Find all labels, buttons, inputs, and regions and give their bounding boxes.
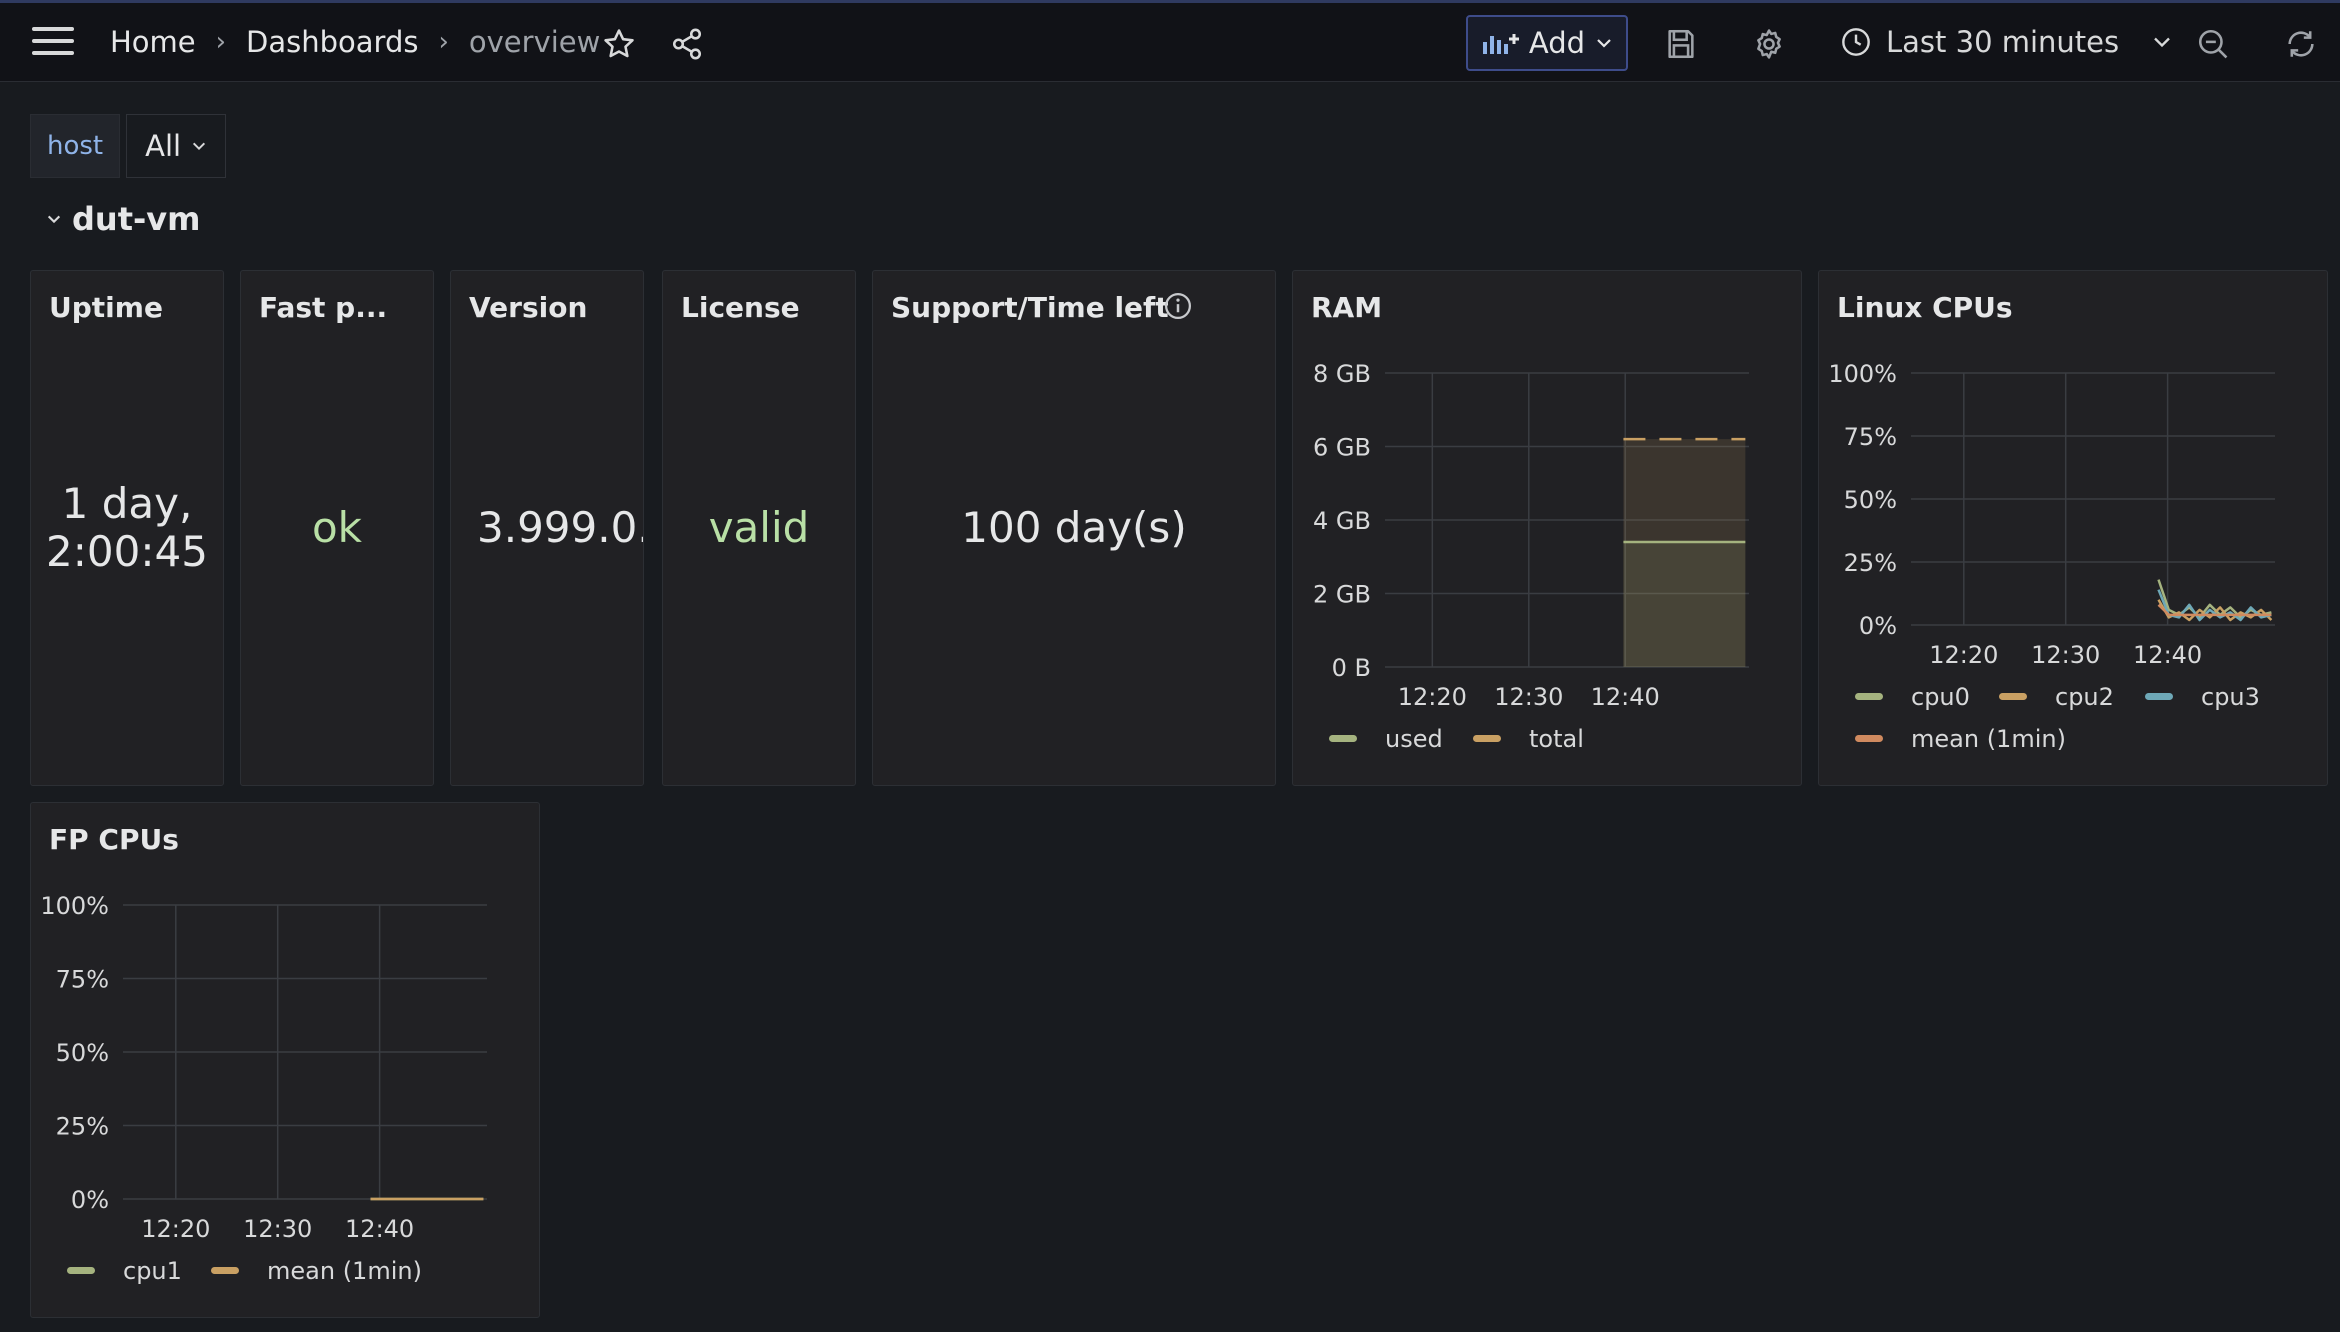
fp-cpus-chart: 0% 25% 50% 75% 100% 12:20 12:30 12:40 cpu1 mean (… — [40, 892, 487, 1285]
top-navbar: Home › Dashboards › overview Add Last 30… — [0, 0, 2340, 82]
share-button[interactable] — [670, 27, 704, 61]
x-tick-label: 12:20 — [141, 1215, 210, 1243]
legend-label-mean-1min-: mean (1min) — [1911, 725, 2066, 753]
panel-support-time-left[interactable]: Support/Time left 100 day(s) — [872, 270, 1276, 786]
save-dashboard-button[interactable] — [1664, 27, 1698, 61]
zoom-out-icon — [2198, 29, 2228, 59]
legend-label-cpu3: cpu3 — [2201, 683, 2260, 711]
ram-chart: 0 B 2 GB 4 GB 6 GB 8 GB 12:20 12:30 12:40 used to… — [1313, 360, 1749, 753]
y-tick-label: 25% — [56, 1113, 109, 1141]
hamburger-menu-icon — [32, 27, 74, 55]
legend-swatch-cpu2 — [1999, 693, 2027, 700]
legend-swatch-cpu3 — [2145, 693, 2173, 700]
chevron-down-icon — [1597, 39, 1611, 48]
host-variable-label: host — [30, 114, 121, 178]
breadcrumb: Home › Dashboards › overview — [110, 25, 600, 59]
row-title: dut-vm — [72, 200, 201, 238]
dashboard-settings-button[interactable] — [1752, 27, 1786, 61]
add-button[interactable]: Add — [1466, 15, 1628, 71]
clock-icon — [1842, 28, 1870, 56]
gear-icon — [1757, 29, 1781, 59]
legend-swatch-cpu0 — [1855, 693, 1883, 700]
y-tick-label: 75% — [56, 966, 109, 994]
panel-linux-cpus[interactable]: Linux CPUs 0% 25% 50% 75% 100% 12:20 12:30 12:4… — [1818, 270, 2328, 786]
x-tick-label: 12:20 — [1929, 641, 1998, 669]
fastpath-value: ok — [311, 503, 363, 552]
version-value: 3.999.0.: — [477, 503, 643, 552]
y-tick-label: 50% — [1844, 486, 1897, 514]
legend-label-cpu1: cpu1 — [123, 1257, 182, 1285]
y-tick-label: 2 GB — [1313, 581, 1371, 609]
legend-label-used: used — [1385, 725, 1443, 753]
legend-swatch-total — [1473, 735, 1501, 742]
legend-label-cpu2: cpu2 — [2055, 683, 2114, 711]
chevron-down-icon — [2154, 37, 2170, 48]
legend-swatch-mean-1min- — [211, 1267, 239, 1274]
y-tick-label: 6 GB — [1313, 434, 1371, 462]
y-tick-label: 4 GB — [1313, 507, 1371, 535]
panel-license[interactable]: License valid — [662, 270, 856, 786]
y-tick-label: 0% — [1859, 612, 1897, 640]
license-value: valid — [708, 503, 810, 552]
host-variable-select[interactable]: All — [126, 114, 227, 178]
legend-swatch-used — [1329, 735, 1357, 742]
chevron-right-icon: › — [438, 27, 449, 57]
y-tick-label: 50% — [56, 1039, 109, 1067]
panel-ram[interactable]: RAM 0 B2 GB 4 GB 6 GB 8 GB 12:20 12:30 12:40 us… — [1292, 270, 1802, 786]
panel-fastpath[interactable]: Fast p... ok — [240, 270, 434, 786]
legend-label-cpu0: cpu0 — [1911, 683, 1970, 711]
chevron-right-icon: › — [215, 27, 227, 57]
legend-swatch-mean-1min- — [1855, 735, 1883, 742]
used-area — [1623, 542, 1746, 667]
zoom-out-button[interactable] — [2196, 27, 2230, 61]
breadcrumb-current: overview — [468, 25, 601, 59]
legend-swatch-cpu1 — [67, 1267, 95, 1274]
legend-label-total: total — [1529, 725, 1584, 753]
legend-label-mean-1min-: mean (1min) — [267, 1257, 422, 1285]
breadcrumb-dashboards[interactable]: Dashboards — [246, 25, 418, 59]
chevron-down-icon — [47, 215, 61, 224]
y-tick-label: 0 B — [1332, 654, 1371, 682]
star-icon — [604, 29, 634, 58]
add-panel-icon — [1482, 34, 1519, 54]
linux-cpus-chart: 0% 25% 50% 75% 100% 12:20 12:30 12:40 cpu0 cpu2 cp… — [1828, 360, 2275, 753]
share-icon — [672, 28, 702, 60]
save-icon — [1668, 29, 1694, 59]
x-tick-label: 12:40 — [1591, 683, 1660, 711]
host-variable-value: All — [145, 129, 182, 163]
add-button-label: Add — [1528, 26, 1586, 60]
x-tick-label: 12:30 — [1494, 683, 1563, 711]
star-button[interactable] — [602, 27, 636, 61]
menu-button[interactable] — [32, 25, 74, 57]
chevron-down-icon — [193, 142, 206, 151]
y-tick-label: 0% — [71, 1186, 109, 1214]
x-tick-label: 12:40 — [2133, 641, 2202, 669]
uptime-value-time: 2:00:45 — [46, 527, 208, 576]
y-tick-label: 25% — [1844, 549, 1897, 577]
breadcrumb-home[interactable]: Home — [110, 25, 196, 59]
x-tick-label: 12:40 — [345, 1215, 414, 1243]
x-tick-label: 12:30 — [2031, 641, 2100, 669]
y-tick-label: 100% — [40, 892, 109, 920]
panel-uptime[interactable]: Uptime 1 day, 2:00:45 — [30, 270, 224, 786]
uptime-value: 1 day, 2:00:45 — [31, 271, 223, 785]
refresh-button[interactable] — [2284, 27, 2318, 61]
x-tick-label: 12:30 — [243, 1215, 312, 1243]
panel-version[interactable]: Version 3.999.0.: — [450, 270, 644, 786]
uptime-value-days: 1 day, — [61, 479, 193, 528]
x-tick-label: 12:20 — [1398, 683, 1467, 711]
variable-bar: host All — [30, 114, 227, 178]
time-range-label: Last 30 minutes — [1886, 25, 2120, 59]
y-tick-label: 100% — [1828, 360, 1897, 388]
support-value: 100 day(s) — [961, 503, 1187, 552]
refresh-icon — [2288, 31, 2314, 57]
panel-fp-cpus[interactable]: FP CPUs 0% 25% 50% 75% 100% 12:20 12:30 12:40 cp… — [30, 802, 540, 1318]
time-range-picker[interactable]: Last 30 minutes — [1840, 25, 2173, 59]
y-tick-label: 8 GB — [1313, 360, 1371, 388]
row-header-dut-vm[interactable]: dut-vm — [46, 200, 200, 238]
y-tick-label: 75% — [1844, 423, 1897, 451]
